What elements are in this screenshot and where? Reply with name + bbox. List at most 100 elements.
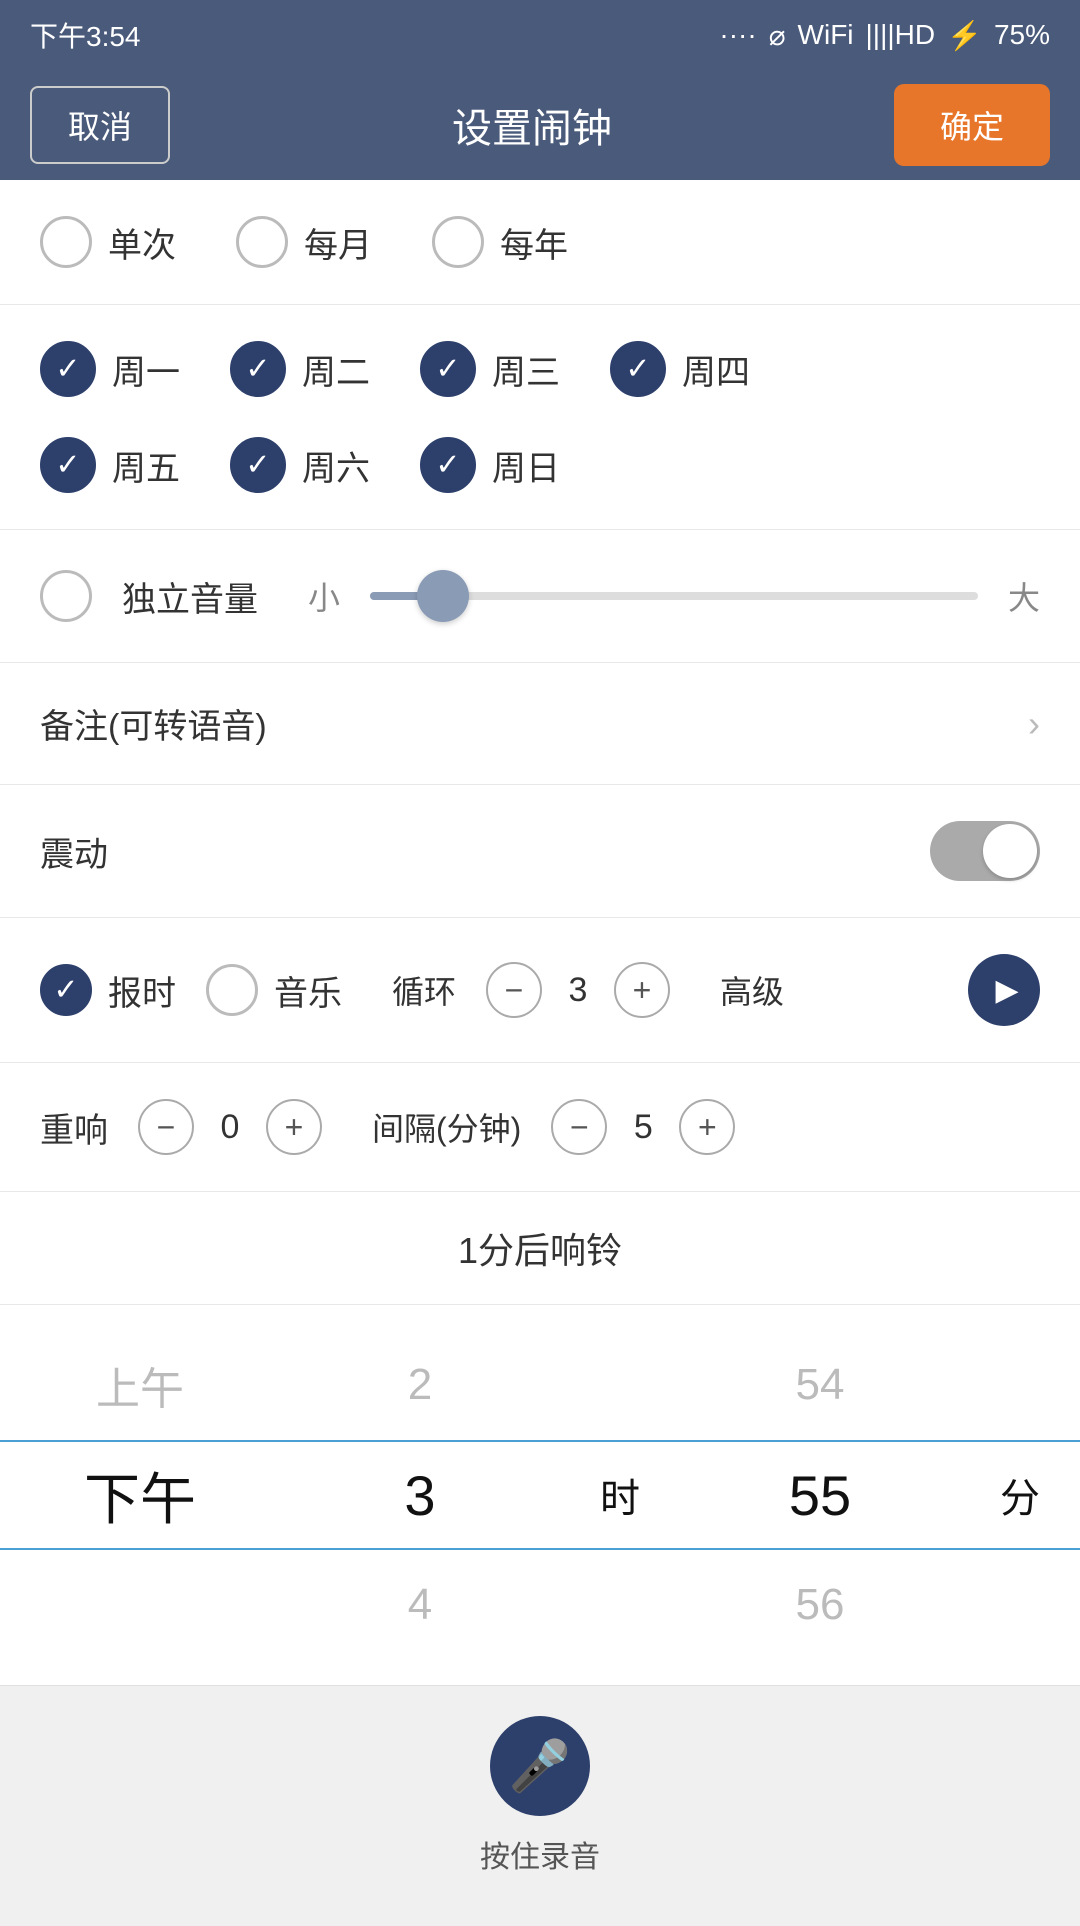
repeat-yearly-radio[interactable]	[432, 216, 484, 268]
lightning-icon: ⚡	[947, 19, 982, 52]
weekday-sun[interactable]: 周日	[420, 437, 560, 493]
battery-text: 75%	[994, 19, 1050, 51]
loop-stepper: − 3 +	[486, 962, 670, 1018]
time-picker[interactable]: 上午 下午 2 3 4 时 54 55 56 分	[0, 1305, 1080, 1685]
picker-hour-col[interactable]: 2 3 4	[280, 1305, 560, 1685]
picker-min-below: 56	[680, 1550, 960, 1660]
weekday-sat[interactable]: 周六	[230, 437, 370, 493]
weekday-row2-section: 周五 周六 周日	[0, 417, 1080, 530]
weekday-wed[interactable]: 周三	[420, 341, 560, 397]
loop-decrease-button[interactable]: −	[486, 962, 542, 1018]
toggle-thumb	[983, 824, 1037, 878]
bars-icon: ||||HD	[866, 19, 936, 51]
note-row[interactable]: 备注(可转语音) ›	[40, 699, 1040, 748]
wifi-icon: WiFi	[798, 19, 854, 51]
repeat-monthly[interactable]: 每月	[236, 216, 372, 268]
picker-hour-below: 4	[280, 1550, 560, 1660]
weekday-tue[interactable]: 周二	[230, 341, 370, 397]
slider-thumb[interactable]	[417, 570, 469, 622]
weekday-sat-label: 周六	[302, 441, 370, 490]
repeat-yearly-label: 每年	[500, 218, 568, 267]
weekday-fri-check[interactable]	[40, 437, 96, 493]
picker-min-above: 54	[680, 1330, 960, 1440]
alarm-type-section: 报时 音乐 循环 − 3 + 高级 ▶	[0, 918, 1080, 1063]
snooze-row: 重响 − 0 + 间隔(分钟) − 5 +	[40, 1099, 1040, 1155]
weekday-wed-label: 周三	[492, 345, 560, 394]
repeat-single[interactable]: 单次	[40, 216, 176, 268]
confirm-button[interactable]: 确定	[894, 84, 1050, 166]
volume-section: 独立音量 小 大	[0, 530, 1080, 663]
bottom-bar: 🎤 按住录音	[0, 1685, 1080, 1926]
note-section[interactable]: 备注(可转语音) ›	[0, 663, 1080, 785]
countdown-section: 1分后响铃	[0, 1192, 1080, 1305]
vibration-toggle[interactable]	[930, 821, 1040, 881]
picker-min-unit-col: 分	[960, 1305, 1080, 1685]
header: 取消 设置闹钟 确定	[0, 70, 1080, 180]
picker-hour-selected: 3	[280, 1440, 560, 1550]
alarm-type-row: 报时 音乐 循环 − 3 + 高级 ▶	[40, 954, 1040, 1026]
status-time: 下午3:54	[30, 15, 141, 55]
volume-slider[interactable]	[370, 566, 978, 626]
picker-hour-unit: 时	[600, 1466, 640, 1524]
alarm-report[interactable]: 报时	[40, 964, 176, 1016]
interval-decrease-button[interactable]: −	[551, 1099, 607, 1155]
alarm-report-label: 报时	[108, 966, 176, 1015]
weekday-sun-check[interactable]	[420, 437, 476, 493]
weekday-mon-check[interactable]	[40, 341, 96, 397]
loop-increase-button[interactable]: +	[614, 962, 670, 1018]
vibration-row: 震动	[40, 821, 1040, 881]
loop-count: 3	[558, 971, 598, 1010]
mic-icon: 🎤	[509, 1737, 571, 1796]
weekday-sun-label: 周日	[492, 441, 560, 490]
interval-stepper: − 5 +	[551, 1099, 735, 1155]
weekday-wed-check[interactable]	[420, 341, 476, 397]
volume-label: 独立音量	[122, 572, 258, 621]
weekday-thu[interactable]: 周四	[610, 341, 750, 397]
alarm-report-check[interactable]	[40, 964, 92, 1016]
volume-row: 独立音量 小 大	[40, 566, 1040, 626]
weekday-row1-section: 周一 周二 周三 周四	[0, 305, 1080, 417]
cancel-button[interactable]: 取消	[30, 86, 170, 164]
weekday-fri[interactable]: 周五	[40, 437, 180, 493]
alarm-music[interactable]: 音乐	[206, 964, 342, 1016]
volume-radio[interactable]	[40, 570, 92, 622]
snooze-increase-button[interactable]: +	[266, 1099, 322, 1155]
repeat-monthly-radio[interactable]	[236, 216, 288, 268]
play-button[interactable]: ▶	[968, 954, 1040, 1026]
weekday-mon[interactable]: 周一	[40, 341, 180, 397]
interval-label: 间隔(分钟)	[372, 1104, 521, 1150]
mic-button[interactable]: 🎤	[490, 1716, 590, 1816]
weekday-row2: 周五 周六 周日	[40, 437, 1040, 493]
picker-ampm-above: 上午	[0, 1330, 280, 1440]
alarm-music-radio[interactable]	[206, 964, 258, 1016]
volume-small-label: 小	[308, 573, 340, 619]
advanced-label: 高级	[720, 967, 784, 1013]
snooze-decrease-button[interactable]: −	[138, 1099, 194, 1155]
weekday-tue-label: 周二	[302, 345, 370, 394]
picker-ampm-col[interactable]: 上午 下午	[0, 1305, 280, 1685]
picker-ampm-selected: 下午	[0, 1440, 280, 1550]
repeat-row: 单次 每月 每年	[40, 216, 1040, 268]
picker-min-col[interactable]: 54 55 56	[680, 1305, 960, 1685]
weekday-tue-check[interactable]	[230, 341, 286, 397]
slider-track	[370, 592, 978, 600]
weekday-mon-label: 周一	[112, 345, 180, 394]
volume-large-label: 大	[1008, 573, 1040, 619]
picker-ampm-below	[0, 1550, 280, 1660]
headphone-icon: ⌀	[769, 19, 786, 52]
picker-columns: 上午 下午 2 3 4 时 54 55 56 分	[0, 1305, 1080, 1685]
interval-increase-button[interactable]: +	[679, 1099, 735, 1155]
main-content: 单次 每月 每年 周一 周二 周三	[0, 180, 1080, 1685]
weekday-sat-check[interactable]	[230, 437, 286, 493]
snooze-count: 0	[210, 1108, 250, 1147]
picker-min-unit: 分	[1000, 1466, 1040, 1524]
snooze-section: 重响 − 0 + 间隔(分钟) − 5 +	[0, 1063, 1080, 1192]
picker-min-selected: 55	[680, 1440, 960, 1550]
weekday-thu-check[interactable]	[610, 341, 666, 397]
repeat-yearly[interactable]: 每年	[432, 216, 568, 268]
mic-label: 按住录音	[480, 1832, 600, 1876]
page-title: 设置闹钟	[452, 96, 612, 154]
picker-hour-unit-col: 时	[560, 1305, 680, 1685]
repeat-single-label: 单次	[108, 218, 176, 267]
repeat-single-radio[interactable]	[40, 216, 92, 268]
